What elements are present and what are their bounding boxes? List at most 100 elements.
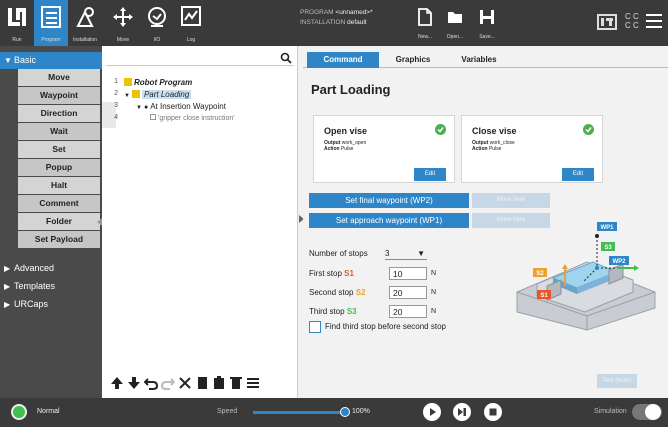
suppress-icon[interactable] bbox=[246, 376, 260, 390]
speed-slider-track[interactable] bbox=[253, 411, 345, 414]
second-stop-input[interactable]: 20 bbox=[389, 286, 427, 299]
chevron-down-icon: ▼ bbox=[4, 56, 12, 65]
status-indicator-icon[interactable] bbox=[11, 404, 27, 420]
first-stop-label: First stop bbox=[309, 269, 342, 278]
program-label: PROGRAM bbox=[300, 9, 334, 16]
cut-icon[interactable] bbox=[178, 376, 192, 390]
redo-icon[interactable] bbox=[161, 376, 175, 390]
play-icon bbox=[430, 408, 436, 416]
step-icon bbox=[458, 408, 466, 416]
first-stop-input[interactable]: 10 bbox=[389, 267, 427, 280]
nav-move-label: Move bbox=[116, 37, 130, 43]
speed-value: 100% bbox=[352, 408, 370, 415]
category-templates[interactable]: ▶ Templates bbox=[0, 278, 102, 295]
close-vise-card: Close vise Output work_close Action Puls… bbox=[461, 115, 603, 183]
tree-node-comment[interactable]: 'gripper close instruction' bbox=[150, 113, 235, 124]
open-vise-edit-button[interactable]: Edit bbox=[414, 168, 446, 181]
stops-dropdown[interactable]: 3 ▼ bbox=[385, 247, 427, 260]
open-vise-title: Open vise bbox=[324, 126, 368, 136]
nav-io[interactable]: I/O bbox=[140, 0, 174, 46]
move-here-final-button[interactable]: Move here bbox=[472, 193, 550, 208]
open-vise-details: Output work_open Action Pulse bbox=[324, 140, 366, 152]
io-icon bbox=[148, 7, 166, 27]
log-icon bbox=[181, 6, 201, 26]
command-sidebar: ▼ Basic Move Waypoint Direction Wait Set… bbox=[0, 46, 102, 398]
cmd-direction[interactable]: Direction bbox=[18, 105, 100, 122]
cmd-set-payload[interactable]: Set Payload bbox=[18, 231, 100, 248]
move-up-icon[interactable] bbox=[110, 376, 124, 390]
tree-node-part-loading[interactable]: ▼ Part Loading bbox=[124, 89, 192, 100]
line-number: 1 bbox=[114, 78, 118, 85]
action-label: Action bbox=[324, 146, 340, 152]
installation-label: INSTALLATION bbox=[300, 19, 346, 26]
chevron-right-icon: ▶ bbox=[4, 264, 11, 273]
program-name: <unnamed>* bbox=[335, 9, 373, 16]
urcap-node-icon bbox=[131, 90, 140, 98]
dropdown-arrow-icon: ▼ bbox=[417, 249, 425, 258]
category-urcaps[interactable]: ▶ URCaps bbox=[0, 296, 102, 313]
search-icon[interactable] bbox=[280, 52, 292, 64]
nav-log[interactable]: Log bbox=[174, 0, 208, 46]
third-stop-input[interactable]: 20 bbox=[389, 305, 427, 318]
simulation-toggle[interactable] bbox=[632, 404, 662, 420]
move-down-icon[interactable] bbox=[127, 376, 141, 390]
nav-installation[interactable]: Installation bbox=[68, 0, 102, 46]
set-final-waypoint-button[interactable]: Set final waypoint (WP2) bbox=[309, 193, 469, 208]
third-stop-unit: N bbox=[431, 308, 437, 315]
play-button[interactable] bbox=[423, 403, 441, 421]
hamburger-menu-icon[interactable] bbox=[646, 14, 662, 28]
nav-program[interactable]: Program bbox=[34, 0, 68, 46]
new-button[interactable]: New... bbox=[410, 0, 440, 46]
category-advanced[interactable]: ▶ Advanced bbox=[0, 260, 102, 277]
line-number: 2 bbox=[114, 90, 118, 97]
tab-variables[interactable]: Variables bbox=[447, 52, 511, 68]
undo-icon[interactable] bbox=[144, 376, 158, 390]
category-basic[interactable]: ▼ Basic bbox=[0, 52, 102, 69]
cmd-wait[interactable]: Wait bbox=[18, 123, 100, 140]
wp1-text: WP1 bbox=[600, 225, 614, 231]
s1-text: S1 bbox=[540, 293, 548, 299]
open-button[interactable]: Open... bbox=[440, 0, 470, 46]
copy-icon[interactable] bbox=[195, 376, 209, 390]
test-hold-button[interactable]: Test (Hold) bbox=[597, 374, 637, 388]
third-stop-label: Third stop bbox=[309, 307, 345, 316]
cmd-set[interactable]: Set bbox=[18, 141, 100, 158]
speed-slider-handle[interactable] bbox=[340, 407, 350, 417]
cmd-waypoint[interactable]: Waypoint bbox=[18, 87, 100, 104]
tree-search[interactable] bbox=[106, 52, 294, 66]
tree-node-label: Robot Program bbox=[134, 78, 193, 87]
cmd-folder[interactable]: Folder bbox=[18, 213, 100, 230]
paste-icon[interactable] bbox=[212, 376, 226, 390]
stop-button[interactable] bbox=[484, 403, 502, 421]
tree-node-robot-program[interactable]: Robot Program bbox=[124, 77, 192, 88]
tree-node-insertion-waypoint[interactable]: ▼ ● At Insertion Waypoint bbox=[136, 101, 226, 112]
close-vise-edit-button[interactable]: Edit bbox=[562, 168, 594, 181]
find-third-stop-label: Find third stop before second stop bbox=[325, 322, 446, 331]
step-button[interactable] bbox=[453, 403, 471, 421]
cmd-move[interactable]: Move bbox=[18, 69, 100, 86]
set-approach-waypoint-button[interactable]: Set approach waypoint (WP1) bbox=[309, 213, 469, 228]
program-info: PROGRAM <unnamed>* INSTALLATION default bbox=[300, 8, 373, 28]
cmd-comment[interactable]: Comment bbox=[18, 195, 100, 212]
nav-io-label: I/O bbox=[153, 37, 161, 43]
delete-icon[interactable] bbox=[229, 376, 243, 390]
new-button-label: New... bbox=[418, 34, 432, 40]
save-button[interactable]: Save... bbox=[472, 0, 502, 46]
save-button-label: Save... bbox=[479, 34, 495, 40]
page-title: Part Loading bbox=[311, 82, 391, 97]
tab-graphics[interactable]: Graphics bbox=[383, 52, 443, 68]
new-file-icon bbox=[418, 8, 432, 26]
cmd-popup[interactable]: Popup bbox=[18, 159, 100, 176]
cmd-halt[interactable]: Halt bbox=[18, 177, 100, 194]
second-stop-row: Second stop S2 20 N bbox=[309, 286, 449, 300]
check-icon bbox=[583, 124, 594, 135]
nav-move[interactable]: Move bbox=[106, 0, 140, 46]
find-third-stop-checkbox[interactable] bbox=[309, 321, 321, 333]
stops-value: 3 bbox=[385, 249, 390, 258]
installation-name: default bbox=[347, 19, 367, 26]
tab-command[interactable]: Command bbox=[307, 52, 379, 68]
expand-toggle-icon[interactable]: ▼ bbox=[136, 105, 142, 111]
tree-toolbar bbox=[110, 376, 290, 392]
expand-toggle-icon[interactable]: ▼ bbox=[124, 93, 130, 99]
nav-run[interactable]: Run bbox=[0, 0, 34, 46]
